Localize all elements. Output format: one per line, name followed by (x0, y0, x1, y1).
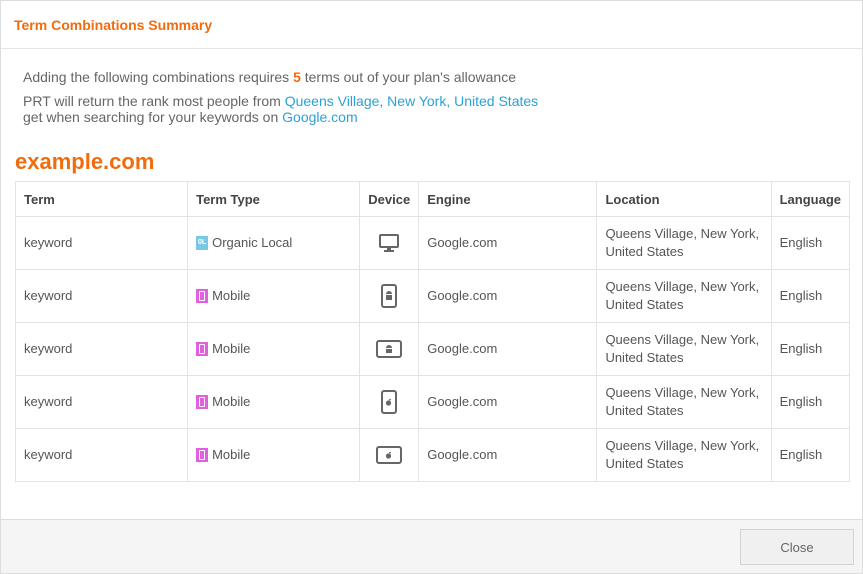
header-term: Term (14, 181, 189, 217)
rank-prefix: PRT will return the rank most people fro… (23, 93, 281, 109)
android-phone-icon (381, 284, 398, 308)
iphone-icon (381, 390, 398, 414)
device-cell (359, 375, 420, 429)
header-location: Location (596, 181, 772, 217)
engine-cell: Google.com (418, 322, 598, 376)
language-cell: English (770, 428, 851, 482)
location-link[interactable]: Queens Village, New York, United States (285, 93, 538, 109)
desktop-icon (379, 234, 400, 252)
table-row: keyword Mobile Google.com Queens Village… (14, 269, 851, 323)
modal-body: Adding the following combinations requir… (1, 49, 862, 519)
mobile-icon (196, 448, 209, 462)
mobile-icon (196, 289, 209, 303)
term-cell: keyword (14, 375, 189, 429)
language-cell: English (770, 216, 851, 270)
rank-line: PRT will return the rank most people fro… (23, 93, 848, 109)
organic-local-icon: 0L (196, 236, 209, 250)
modal-footer: Close (1, 519, 862, 573)
domain-title: example.com (15, 149, 155, 174)
mobile-icon (196, 342, 209, 356)
allowance-line: Adding the following combinations requir… (23, 69, 848, 85)
modal-header: Term Combinations Summary (1, 1, 862, 49)
location-cell: Queens Village, New York, United States (596, 322, 772, 376)
term-combinations-modal: Term Combinations Summary Adding the fol… (0, 0, 863, 574)
header-engine: Engine (418, 181, 598, 217)
table-row: keyword 0L Organic Local Google.com Quee… (14, 216, 851, 270)
term-type-cell: 0L Organic Local (187, 216, 361, 270)
allowance-suffix: terms out of your plan's allowance (304, 69, 516, 85)
term-type-label: Mobile (212, 447, 251, 462)
term-cell: keyword (14, 428, 189, 482)
term-cell: keyword (14, 269, 189, 323)
close-button[interactable]: Close (740, 529, 854, 565)
location-cell: Queens Village, New York, United States (596, 216, 772, 270)
term-type-label: Mobile (212, 288, 251, 303)
engine-line: get when searching for your keywords on … (23, 109, 848, 125)
term-type-cell: Mobile (187, 375, 361, 429)
table-row: keyword Mobile Google.com Queens Village… (14, 428, 851, 482)
mobile-icon (196, 395, 209, 409)
language-cell: English (770, 269, 851, 323)
language-cell: English (770, 322, 851, 376)
term-type-label: Mobile (212, 341, 251, 356)
table-row: keyword Mobile Google.com Queens Village… (14, 322, 851, 376)
header-term-type: Term Type (187, 181, 361, 217)
location-cell: Queens Village, New York, United States (596, 269, 772, 323)
engine-prefix: get when searching for your keywords on (23, 109, 279, 125)
header-language: Language (770, 181, 851, 217)
term-type-label: Organic Local (212, 235, 293, 250)
table-row: keyword Mobile Google.com Queens Village… (14, 375, 851, 429)
engine-cell: Google.com (418, 428, 598, 482)
term-type-cell: Mobile (187, 428, 361, 482)
device-cell (359, 216, 420, 270)
intro-text: Adding the following combinations requir… (23, 69, 848, 125)
ipad-icon (376, 446, 403, 464)
device-cell (359, 322, 420, 376)
term-type-cell: Mobile (187, 269, 361, 323)
engine-link[interactable]: Google.com (282, 109, 357, 125)
engine-cell: Google.com (418, 269, 598, 323)
combinations-table: Term Term Type Device Engine Location La… (14, 181, 851, 482)
location-cell: Queens Village, New York, United States (596, 375, 772, 429)
android-tablet-icon (376, 340, 403, 358)
table-header-row: Term Term Type Device Engine Location La… (14, 181, 851, 217)
term-cell: keyword (14, 216, 189, 270)
term-type-label: Mobile (212, 394, 251, 409)
device-cell (359, 269, 420, 323)
terms-count: 5 (293, 69, 301, 85)
term-type-cell: Mobile (187, 322, 361, 376)
language-cell: English (770, 375, 851, 429)
engine-cell: Google.com (418, 216, 598, 270)
engine-cell: Google.com (418, 375, 598, 429)
modal-title: Term Combinations Summary (14, 16, 213, 33)
location-cell: Queens Village, New York, United States (596, 428, 772, 482)
device-cell (359, 428, 420, 482)
allowance-prefix: Adding the following combinations requir… (23, 69, 290, 85)
term-cell: keyword (14, 322, 189, 376)
header-device: Device (359, 181, 420, 217)
